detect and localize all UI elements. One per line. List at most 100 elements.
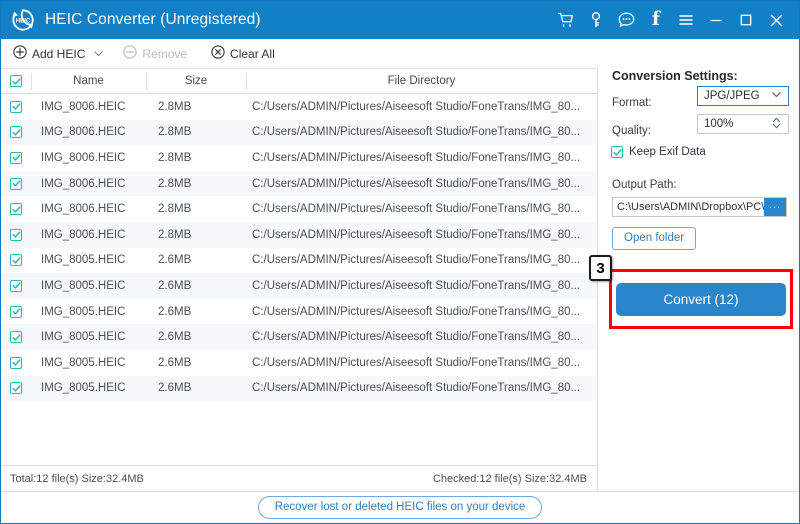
menu-icon[interactable] — [671, 5, 701, 35]
row-checkbox-cell — [1, 376, 31, 402]
row-checkbox[interactable] — [10, 203, 22, 215]
key-icon[interactable] — [581, 5, 611, 35]
quality-label: Quality: — [612, 125, 651, 137]
table-row[interactable]: IMG_8006.HEIC2.8MBC:/Users/ADMIN/Picture… — [1, 145, 597, 171]
annotation-step-badge: 3 — [589, 255, 612, 281]
row-checkbox[interactable] — [10, 152, 22, 164]
row-file-directory: C:/Users/ADMIN/Pictures/Aiseesoft Studio… — [246, 171, 597, 197]
cart-icon[interactable] — [551, 5, 581, 35]
status-checked: Checked:12 file(s) Size:32.4MB — [433, 473, 587, 485]
row-checkbox-cell — [1, 248, 31, 274]
row-file-size: 2.6MB — [146, 299, 246, 325]
table-row[interactable]: IMG_8006.HEIC2.8MBC:/Users/ADMIN/Picture… — [1, 196, 597, 222]
row-file-name: IMG_8006.HEIC — [31, 94, 146, 120]
add-heic-dropdown-chevron-down-icon[interactable] — [85, 39, 111, 69]
clear-all-label: Clear All — [230, 47, 275, 61]
table-row[interactable]: IMG_8005.HEIC2.6MBC:/Users/ADMIN/Picture… — [1, 324, 597, 350]
row-file-directory: C:/Users/ADMIN/Pictures/Aiseesoft Studio… — [246, 248, 597, 274]
minus-circle-icon — [123, 45, 137, 62]
keep-exif-option[interactable]: Keep Exif Data — [611, 146, 706, 158]
row-checkbox-cell — [1, 299, 31, 325]
table-row[interactable]: IMG_8006.HEIC2.8MBC:/Users/ADMIN/Picture… — [1, 222, 597, 248]
row-file-directory: C:/Users/ADMIN/Pictures/Aiseesoft Studio… — [246, 299, 597, 325]
chat-icon[interactable] — [611, 5, 641, 35]
row-checkbox[interactable] — [10, 331, 22, 343]
row-file-size: 2.6MB — [146, 350, 246, 376]
column-header-size[interactable]: Size — [146, 69, 246, 94]
keep-exif-label: Keep Exif Data — [629, 146, 706, 158]
maximize-icon[interactable] — [731, 5, 761, 35]
row-checkbox-cell — [1, 324, 31, 350]
column-header-name[interactable]: Name — [31, 69, 146, 94]
table-row[interactable]: IMG_8006.HEIC2.8MBC:/Users/ADMIN/Picture… — [1, 120, 597, 146]
row-checkbox[interactable] — [10, 126, 22, 138]
row-checkbox[interactable] — [10, 254, 22, 266]
row-file-directory: C:/Users/ADMIN/Pictures/Aiseesoft Studio… — [246, 350, 597, 376]
clear-all-button[interactable]: Clear All — [211, 39, 275, 69]
select-all-checkbox[interactable] — [10, 75, 22, 87]
column-divider-1 — [31, 73, 32, 90]
row-file-size: 2.8MB — [146, 120, 246, 146]
row-checkbox[interactable] — [10, 178, 22, 190]
add-heic-button[interactable]: Add HEIC — [13, 39, 85, 69]
row-file-size: 2.8MB — [146, 196, 246, 222]
quality-value: 100% — [704, 118, 733, 130]
remove-button[interactable]: Remove — [123, 39, 187, 69]
row-checkbox-cell — [1, 94, 31, 120]
table-row[interactable]: IMG_8005.HEIC2.6MBC:/Users/ADMIN/Picture… — [1, 376, 597, 402]
row-checkbox[interactable] — [10, 280, 22, 292]
row-checkbox-cell — [1, 145, 31, 171]
column-header-directory[interactable]: File Directory — [246, 69, 597, 94]
column-divider-2 — [146, 73, 147, 90]
output-path-field[interactable]: C:\Users\ADMIN\Dropbox\PC\ ... — [612, 197, 787, 217]
table-row[interactable]: IMG_8005.HEIC2.6MBC:/Users/ADMIN/Picture… — [1, 248, 597, 274]
row-checkbox[interactable] — [10, 357, 22, 369]
row-checkbox[interactable] — [10, 229, 22, 241]
row-checkbox[interactable] — [10, 306, 22, 318]
table-row[interactable]: IMG_8005.HEIC2.6MBC:/Users/ADMIN/Picture… — [1, 273, 597, 299]
facebook-icon[interactable]: f — [641, 5, 671, 35]
browse-button[interactable]: ... — [764, 198, 786, 216]
row-file-name: IMG_8005.HEIC — [31, 324, 146, 350]
format-value: JPG/JPEG — [704, 90, 760, 102]
table-row[interactable]: IMG_8006.HEIC2.8MBC:/Users/ADMIN/Picture… — [1, 171, 597, 197]
output-path-value: C:\Users\ADMIN\Dropbox\PC\ — [617, 201, 764, 213]
status-total: Total:12 file(s) Size:32.4MB — [10, 473, 144, 485]
row-file-directory: C:/Users/ADMIN/Pictures/Aiseesoft Studio… — [246, 120, 597, 146]
row-file-name: IMG_8006.HEIC — [31, 145, 146, 171]
add-heic-label: Add HEIC — [32, 47, 85, 61]
app-logo-icon: HEIC — [10, 7, 36, 33]
settings-title: Conversion Settings: — [612, 69, 738, 83]
table-header-row: Name Size File Directory — [1, 69, 597, 94]
table-row[interactable]: IMG_8005.HEIC2.6MBC:/Users/ADMIN/Picture… — [1, 299, 597, 325]
plus-circle-icon — [13, 45, 27, 62]
row-file-size: 2.8MB — [146, 94, 246, 120]
column-divider-3 — [246, 73, 247, 90]
row-file-size: 2.6MB — [146, 376, 246, 402]
row-file-directory: C:/Users/ADMIN/Pictures/Aiseesoft Studio… — [246, 196, 597, 222]
open-folder-button[interactable]: Open folder — [612, 227, 696, 250]
format-select[interactable]: JPG/JPEG — [697, 86, 789, 106]
chevron-down-icon — [771, 89, 782, 103]
row-checkbox-cell — [1, 171, 31, 197]
recover-files-button[interactable]: Recover lost or deleted HEIC files on yo… — [258, 496, 543, 519]
table-row[interactable]: IMG_8005.HEIC2.6MBC:/Users/ADMIN/Picture… — [1, 350, 597, 376]
stepper-arrows-icon[interactable] — [771, 116, 782, 133]
row-file-directory: C:/Users/ADMIN/Pictures/Aiseesoft Studio… — [246, 222, 597, 248]
toolbar: Add HEIC Remove — [1, 39, 598, 69]
row-file-name: IMG_8006.HEIC — [31, 196, 146, 222]
output-path-label: Output Path: — [612, 179, 677, 191]
row-file-size: 2.6MB — [146, 324, 246, 350]
row-file-name: IMG_8005.HEIC — [31, 350, 146, 376]
row-checkbox[interactable] — [10, 101, 22, 113]
table-row[interactable]: IMG_8006.HEIC2.8MBC:/Users/ADMIN/Picture… — [1, 94, 597, 120]
footer-bar: Recover lost or deleted HEIC files on yo… — [1, 491, 799, 523]
keep-exif-checkbox[interactable] — [611, 146, 623, 158]
close-icon[interactable] — [761, 5, 791, 35]
quality-stepper[interactable]: 100% — [697, 114, 789, 134]
row-checkbox[interactable] — [10, 382, 22, 394]
row-file-name: IMG_8005.HEIC — [31, 273, 146, 299]
minimize-icon[interactable] — [701, 5, 731, 35]
convert-button[interactable]: Convert (12) — [616, 283, 786, 316]
row-file-size: 2.8MB — [146, 171, 246, 197]
